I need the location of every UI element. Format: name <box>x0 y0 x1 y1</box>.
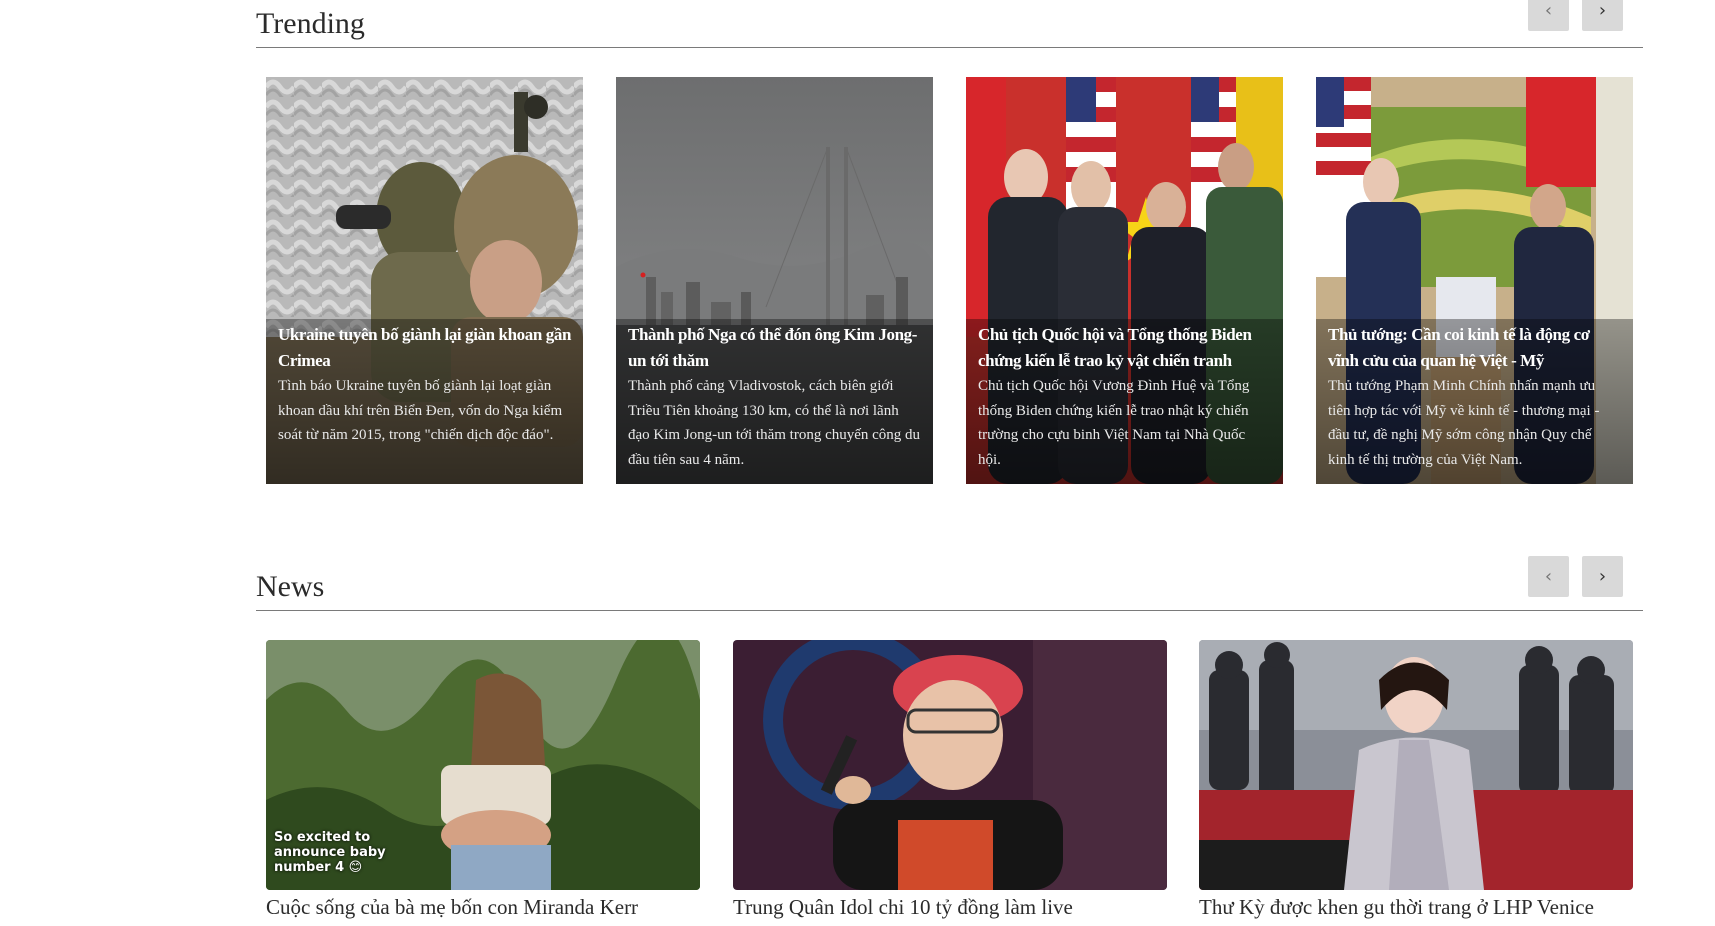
trending-card[interactable]: Thành phố Nga có thể đón ông Kim Jong-un… <box>616 77 933 484</box>
news-card-title[interactable]: Cuộc sống của bà mẹ bốn con Miranda Kerr <box>266 895 700 920</box>
trending-section-title: Trending <box>256 7 365 40</box>
trending-card[interactable]: Thủ tướng: Cần coi kinh tế là động cơ vĩ… <box>1316 77 1633 484</box>
news-card[interactable]: Thư Kỳ được khen gu thời trang ở LHP Ven… <box>1199 640 1633 920</box>
trending-card-description: Tình báo Ukraine tuyên bố giành lại loạt… <box>278 378 563 443</box>
news-card-image <box>733 640 1167 890</box>
trending-card-title[interactable]: Ukraine tuyên bố giành lại giàn khoan gầ… <box>278 322 571 374</box>
trending-prev-button[interactable]: ‹ <box>1528 0 1569 31</box>
news-next-button[interactable]: › <box>1582 556 1623 597</box>
news-section-header: News <box>256 560 1643 611</box>
trending-card-title[interactable]: Chủ tịch Quốc hội và Tổng thống Biden ch… <box>978 322 1271 374</box>
news-card-image: So excited to announce baby number 4 😊 <box>266 640 700 890</box>
news-image-caption: So excited to announce baby number 4 😊 <box>274 830 386 875</box>
trending-card-title[interactable]: Thành phố Nga có thể đón ông Kim Jong-un… <box>628 322 921 374</box>
trending-card-description: Chủ tịch Quốc hội Vương Đình Huệ và Tổng… <box>978 378 1250 468</box>
trending-next-button[interactable]: › <box>1582 0 1623 31</box>
trending-card[interactable]: Ukraine tuyên bố giành lại giàn khoan gầ… <box>266 77 583 484</box>
trending-card[interactable]: Chủ tịch Quốc hội và Tổng thống Biden ch… <box>966 77 1283 484</box>
news-prev-button[interactable]: ‹ <box>1528 556 1569 597</box>
trending-card-description: Thành phố cảng Vladivostok, cách biên gi… <box>628 378 921 468</box>
chevron-left-icon: ‹ <box>1544 566 1553 587</box>
chevron-left-icon: ‹ <box>1544 0 1553 21</box>
news-card-image <box>1199 640 1633 890</box>
chevron-right-icon: › <box>1598 0 1607 21</box>
news-card[interactable]: Trung Quân Idol chi 10 tỷ đồng làm live <box>733 640 1167 920</box>
news-card-title[interactable]: Thư Kỳ được khen gu thời trang ở LHP Ven… <box>1199 895 1633 920</box>
trending-card-title[interactable]: Thủ tướng: Cần coi kinh tế là động cơ vĩ… <box>1328 322 1621 374</box>
news-card-title[interactable]: Trung Quân Idol chi 10 tỷ đồng làm live <box>733 895 1167 920</box>
trending-section-header: Trending <box>256 0 1643 48</box>
news-card[interactable]: So excited to announce baby number 4 😊 C… <box>266 640 700 920</box>
chevron-right-icon: › <box>1598 566 1607 587</box>
news-section-title: News <box>256 570 325 603</box>
trending-card-description: Thủ tướng Phạm Minh Chính nhấn mạnh ưu t… <box>1328 378 1600 468</box>
